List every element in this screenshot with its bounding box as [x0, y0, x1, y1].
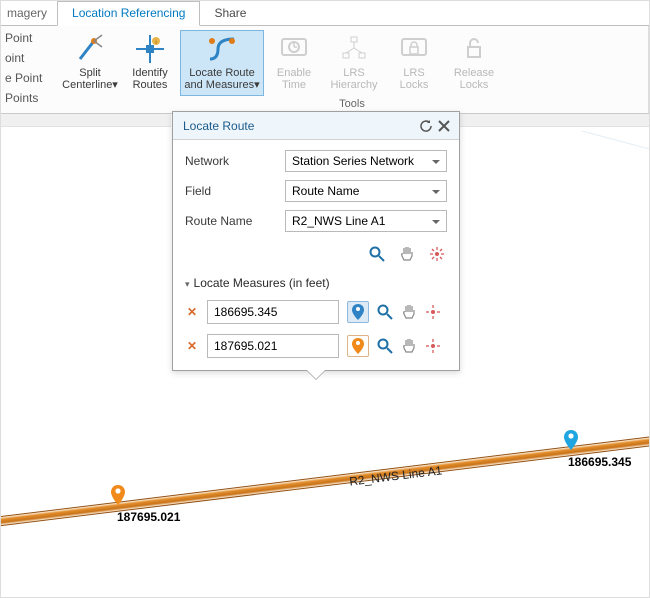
left-partial-4: Points [3, 90, 54, 107]
measure-row-2: ✕ [185, 334, 447, 358]
enable-time-button[interactable]: EnableTime [264, 30, 324, 96]
tab-location-referencing[interactable]: Location Referencing [57, 1, 200, 26]
locate-route-icon [206, 33, 238, 65]
panel-pointer-tip [306, 370, 326, 380]
identify-routes-l2: Routes [133, 79, 168, 91]
split-centerline-button[interactable]: SplitCenterline▾ [60, 30, 120, 96]
left-partial-2: oint [3, 50, 54, 67]
release-locks-l2: Locks [460, 79, 489, 91]
close-icon[interactable] [435, 117, 453, 135]
locate-route-l2: and Measures▾ [184, 79, 259, 91]
marker-blue[interactable] [564, 430, 578, 450]
ribbon-tools-buttons: SplitCenterline▾ i IdentifyRoutes Locate… [56, 26, 648, 97]
lrs-locks-l2: Locks [400, 79, 429, 91]
route-line [1, 411, 649, 531]
route-label-field: Route Name [185, 214, 285, 228]
identify-routes-icon: i [134, 33, 166, 65]
pin-measure-2-orange[interactable] [347, 335, 369, 357]
left-partial-3: e Point [3, 70, 54, 87]
locate-measures-section-toggle[interactable]: Locate Measures (in feet) [185, 276, 447, 290]
marker-orange[interactable] [111, 485, 125, 505]
lrs-locks-button[interactable]: LRSLocks [384, 30, 444, 96]
lrs-locks-icon [398, 33, 430, 65]
ribbon-left-partial: Point oint e Point Points [1, 26, 56, 113]
lrs-hierarchy-l1: LRS [343, 67, 364, 79]
field-label: Field [185, 184, 285, 198]
marker-orange-label: 187695.021 [117, 510, 180, 524]
zoom-measure-1-icon[interactable] [377, 304, 393, 320]
enable-time-l2: Time [282, 79, 306, 91]
identify-routes-l1: Identify [132, 67, 167, 79]
pan-measure-2-icon[interactable] [401, 338, 417, 354]
zoom-route-icon[interactable] [369, 246, 385, 262]
lrs-hierarchy-button[interactable]: LRSHierarchy [324, 30, 384, 96]
tab-imagery[interactable]: magery [1, 2, 57, 25]
split-centerline-l2: Centerline▾ [62, 79, 118, 91]
locate-route-panel: Locate Route Network Station Series Netw… [172, 111, 460, 371]
lrs-hierarchy-l2: Hierarchy [330, 79, 377, 91]
flash-route-icon[interactable] [429, 246, 445, 262]
tab-share[interactable]: Share [200, 2, 260, 25]
field-combo[interactable]: Route Name [285, 180, 447, 202]
zoom-measure-2-icon[interactable] [377, 338, 393, 354]
content-header-left [1, 114, 171, 127]
measure-input-2[interactable] [207, 334, 339, 358]
content-header-right [460, 114, 649, 127]
network-combo[interactable]: Station Series Network [285, 150, 447, 172]
ribbon: Point oint e Point Points SplitCenterlin… [1, 26, 649, 114]
flash-measure-1-icon[interactable] [425, 304, 441, 320]
release-locks-l1: Release [454, 67, 494, 79]
locate-route-l1: Locate Route [189, 67, 254, 79]
release-locks-button[interactable]: ReleaseLocks [444, 30, 504, 96]
enable-time-icon [278, 33, 310, 65]
locate-route-button[interactable]: Locate Routeand Measures▾ [180, 30, 264, 96]
network-label: Network [185, 154, 285, 168]
lrs-locks-l1: LRS [403, 67, 424, 79]
pin-measure-1-blue[interactable] [347, 301, 369, 323]
identify-routes-button[interactable]: i IdentifyRoutes [120, 30, 180, 96]
panel-title: Locate Route [183, 119, 417, 133]
measure-row-1: ✕ [185, 300, 447, 324]
route-combo[interactable]: R2_NWS Line A1 [285, 210, 447, 232]
refresh-icon[interactable] [417, 117, 435, 135]
delete-measure-1[interactable]: ✕ [185, 305, 199, 319]
release-locks-icon [458, 33, 490, 65]
flash-measure-2-icon[interactable] [425, 338, 441, 354]
split-centerline-l1: Split [79, 67, 100, 79]
pan-route-icon[interactable] [399, 246, 415, 262]
marker-blue-label: 186695.345 [568, 455, 631, 469]
delete-measure-2[interactable]: ✕ [185, 339, 199, 353]
measure-input-1[interactable] [207, 300, 339, 324]
panel-body: Network Station Series Network Field Rou… [173, 140, 459, 370]
svg-text:i: i [155, 40, 156, 46]
split-centerline-icon [74, 33, 106, 65]
left-partial-1: Point [3, 30, 54, 47]
map-faint-line-1 [504, 131, 649, 178]
ribbon-tabs: magery Location Referencing Share [1, 1, 649, 26]
pan-measure-1-icon[interactable] [401, 304, 417, 320]
enable-time-l1: Enable [277, 67, 311, 79]
locate-route-panel-header[interactable]: Locate Route [173, 112, 459, 140]
lrs-hierarchy-icon [338, 33, 370, 65]
